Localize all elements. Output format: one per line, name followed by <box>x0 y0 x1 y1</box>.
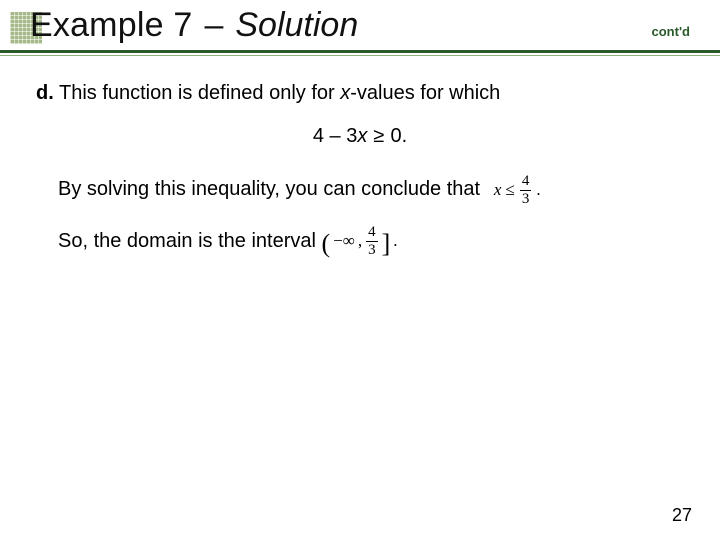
title-row: Example 7 – Solution cont'd <box>30 6 690 45</box>
slide-title: Example 7 – Solution <box>30 6 358 45</box>
title-solution-word: Solution <box>235 6 358 45</box>
concl-frac-num: 4 <box>520 174 532 191</box>
interval-frac-num: 4 <box>366 225 378 242</box>
concl-fraction: 4 3 <box>519 174 533 207</box>
intro-text-2: -values for which <box>350 82 500 104</box>
interval-neg-infinity: −∞ <box>333 230 355 253</box>
concl-var-x: x <box>494 179 502 202</box>
interval-fraction: 4 3 <box>365 225 379 258</box>
interval-tail-period: . <box>393 230 397 253</box>
leq-symbol: ≤ <box>505 179 514 202</box>
continued-label: cont'd <box>652 24 690 39</box>
ineq-lhs-var: x <box>357 125 367 147</box>
header-rule-secondary <box>0 55 720 56</box>
ineq-rhs: 0. <box>390 125 407 147</box>
domain-interval: ( −∞ , 4 3 ]. <box>321 225 397 258</box>
geq-symbol: ≥ <box>373 125 385 148</box>
intro-line: d. This function is defined only for x-v… <box>36 80 684 107</box>
slide-body: d. This function is defined only for x-v… <box>36 80 684 276</box>
interval-frac-den: 3 <box>366 242 378 258</box>
domain-line: So, the domain is the interval ( −∞ , 4 … <box>58 225 684 258</box>
domain-text: So, the domain is the interval <box>58 230 316 252</box>
concl-frac-den: 3 <box>520 191 532 207</box>
interval-comma: , <box>358 230 362 253</box>
title-dash: – <box>202 6 225 45</box>
concl-tail-period: . <box>536 179 540 202</box>
header-rule-primary <box>0 50 720 53</box>
intro-var-x: x <box>340 82 350 104</box>
inequality-expression: 4 – 3x ≥ 0. <box>36 125 684 148</box>
intro-text-1: This function is defined only for <box>54 82 340 104</box>
conclusion-line: By solving this inequality, you can conc… <box>58 174 684 207</box>
conclusion-text: By solving this inequality, you can conc… <box>58 178 480 200</box>
conclusion-math: x ≤ 4 3 . <box>486 174 541 207</box>
part-d-label: d. <box>36 82 54 104</box>
title-example-number: Example 7 <box>30 6 192 45</box>
page-number: 27 <box>672 505 692 526</box>
ineq-lhs-const: 4 – 3 <box>313 125 357 147</box>
